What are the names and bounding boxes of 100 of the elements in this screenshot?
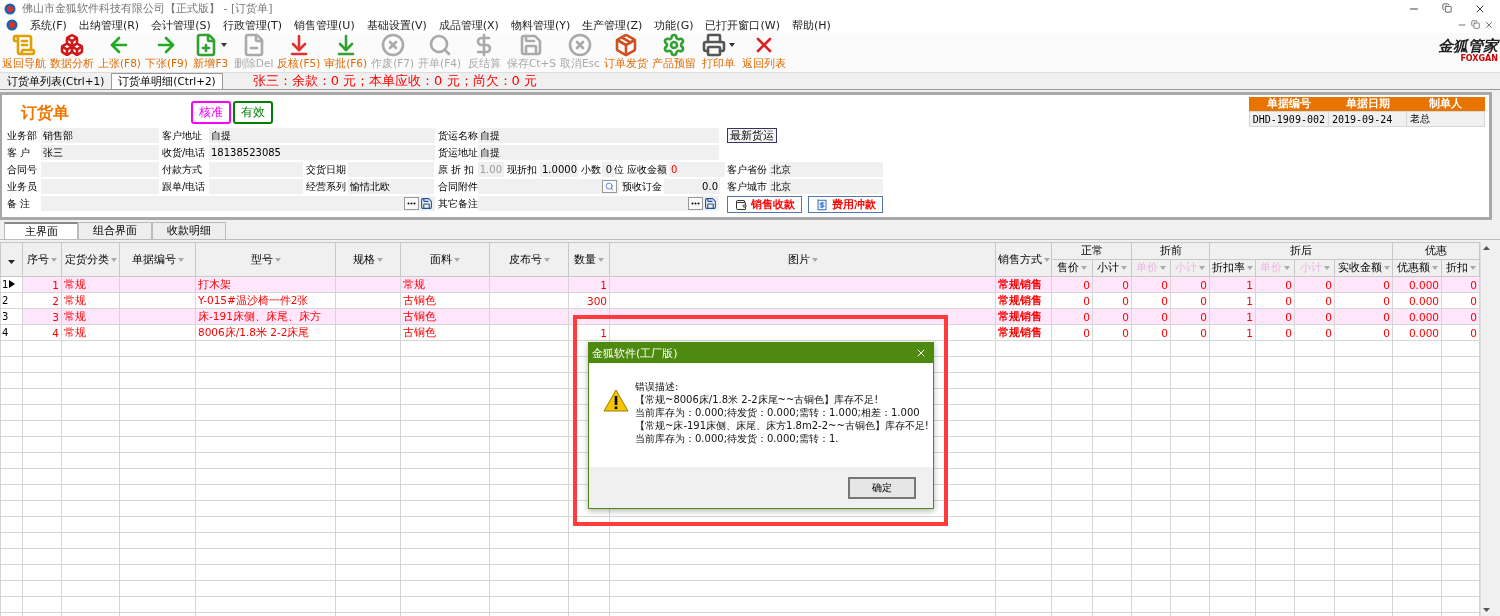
table-cell: 1	[1209, 324, 1256, 341]
table-cell: 1	[1209, 308, 1256, 325]
text-field[interactable]: 1.0000	[540, 162, 578, 177]
tab[interactable]: 收款明细	[152, 222, 226, 239]
text-field[interactable]: 18138523085	[209, 145, 435, 160]
table-cell: 常规	[400, 276, 490, 293]
text-field[interactable]: 0	[602, 162, 614, 177]
table-cell: 300	[568, 292, 610, 309]
menu-item[interactable]: 功能(G)	[654, 17, 694, 33]
table-cell: 0.000	[1392, 308, 1442, 325]
field-label: 备 注	[7, 196, 32, 211]
menu-item[interactable]: 帮助(H)	[791, 17, 831, 33]
dropdown-arrow-icon[interactable]	[51, 257, 57, 262]
menu-item[interactable]: 物料管理(Y)	[510, 17, 571, 33]
dropdown-arrow-icon[interactable]	[1247, 266, 1253, 270]
column-header[interactable]: 定货分类	[61, 242, 120, 277]
scroll-down-icon[interactable]	[1483, 608, 1490, 612]
text-field[interactable]: 销售部	[41, 128, 159, 143]
dropdown-arrow-icon[interactable]	[1043, 257, 1050, 262]
dropdown-arrow-icon[interactable]	[1431, 266, 1438, 270]
more-button[interactable]	[688, 197, 703, 210]
action-button[interactable]: 销售收款	[727, 196, 802, 213]
caret-icon[interactable]	[729, 43, 736, 47]
text-field[interactable]: 自提	[209, 128, 435, 143]
text-field[interactable]	[41, 196, 435, 211]
column-menu-icon[interactable]	[8, 259, 15, 264]
table-cell: 3	[22, 308, 62, 325]
message-line: 当前库存为：0.000;待发货：0.000;需转：1.000;相差：1.000	[635, 406, 921, 419]
column-header[interactable]: 型号	[195, 242, 336, 277]
dropdown-arrow-icon[interactable]	[543, 257, 550, 262]
text-field[interactable]: 北京	[769, 162, 883, 177]
table-cell: 0	[1294, 308, 1335, 325]
column-header[interactable]: 序号	[22, 242, 62, 277]
document-icon	[12, 33, 36, 57]
close-icon[interactable]	[915, 347, 927, 359]
text-field[interactable]: 0.0	[664, 179, 720, 194]
column-header[interactable]: 图片	[609, 242, 996, 277]
save-icon[interactable]	[704, 197, 717, 210]
dropdown-arrow-icon[interactable]	[1383, 266, 1390, 270]
table-cell: 0	[1131, 324, 1171, 341]
latest-shipping-button[interactable]: 最新货运	[727, 128, 777, 143]
row-number: 3	[2, 311, 9, 322]
dropdown-arrow-icon[interactable]	[377, 257, 383, 262]
more-button[interactable]	[404, 197, 419, 210]
menu-item[interactable]: 行政管理(T)	[222, 17, 283, 33]
dropdown-arrow-icon[interactable]	[177, 257, 184, 262]
scroll-up-icon[interactable]	[1483, 246, 1490, 250]
restore-icon[interactable]	[1442, 2, 1452, 13]
table-cell: 0	[1170, 324, 1210, 341]
dropdown-arrow-icon[interactable]	[274, 257, 281, 262]
table-cell: Y-015#温沙椅一件2张	[195, 292, 336, 309]
table-cell: 1	[568, 276, 610, 293]
menu-item[interactable]: 会计管理(S)	[151, 17, 211, 33]
column-header[interactable]: 规格	[335, 242, 401, 277]
column-header[interactable]: 单据编号	[119, 242, 196, 277]
dropdown-arrow-icon[interactable]	[811, 257, 818, 262]
text-field[interactable]: 北京	[769, 179, 883, 194]
table-cell: 0	[1092, 324, 1132, 341]
column-header[interactable]: 数量	[568, 242, 610, 277]
dropdown-arrow-icon[interactable]	[598, 257, 604, 262]
restore-icon[interactable]	[1471, 20, 1480, 29]
field-label: 现折扣	[507, 162, 538, 177]
scrollbar[interactable]	[1480, 242, 1492, 616]
menu-item[interactable]: 基础设置(V)	[366, 17, 427, 33]
text-field[interactable]	[478, 196, 719, 211]
dropdown-arrow-icon[interactable]	[454, 257, 460, 262]
text-field[interactable]	[478, 179, 619, 194]
message-line: 【常规~8006床/1.8米 2-2床尾~~古铜色】库存不足!	[635, 393, 880, 406]
menu-item[interactable]: 生产管理(Z)	[582, 17, 643, 33]
search-button[interactable]	[602, 180, 617, 193]
menu-item[interactable]: 出纳管理(R)	[78, 17, 140, 33]
save-icon[interactable]	[420, 197, 433, 210]
action-button[interactable]: 费用冲款	[808, 196, 883, 213]
balance-summary: 张三：余款：0 元；本单应收：0 元；尚欠：0 元	[252, 72, 537, 90]
menu-item[interactable]: 销售管理(U)	[294, 17, 355, 33]
text-field[interactable]: 0	[669, 162, 725, 177]
text-field[interactable]: 自提	[478, 128, 719, 143]
menu-item[interactable]: 已打开窗口(W)	[705, 17, 780, 33]
app-icon	[6, 19, 18, 31]
menu-item[interactable]: 成品管理(X)	[438, 17, 499, 33]
menu-item[interactable]: 系统(F)	[30, 17, 67, 33]
dropdown-arrow-icon[interactable]	[1121, 266, 1127, 270]
dropdown-arrow-icon[interactable]	[110, 257, 117, 262]
text-field[interactable]: 自提	[478, 145, 719, 160]
text-field[interactable]: 愉情北欧	[348, 179, 434, 194]
caret-icon[interactable]	[221, 43, 228, 47]
tab[interactable]: 组合界面	[78, 222, 152, 239]
dropdown-arrow-icon[interactable]	[1081, 266, 1087, 270]
dropdown-arrow-icon[interactable]	[1469, 266, 1476, 270]
table-cell: 0	[1131, 308, 1171, 325]
text-field[interactable]: 张三	[41, 145, 159, 160]
tab[interactable]: 主界面	[4, 222, 78, 239]
ok-button[interactable]: 确定	[848, 476, 916, 499]
column-header[interactable]: 面料	[400, 242, 490, 277]
column-header[interactable]: 皮布号	[489, 242, 569, 277]
table-cell: 2	[22, 292, 62, 309]
table-cell: 0.000	[1392, 324, 1442, 341]
tab[interactable]: 订货单明细(Ctrl+2)	[111, 73, 223, 89]
column-header[interactable]: 销售方式	[995, 242, 1052, 277]
close-icon[interactable]	[1484, 20, 1494, 30]
